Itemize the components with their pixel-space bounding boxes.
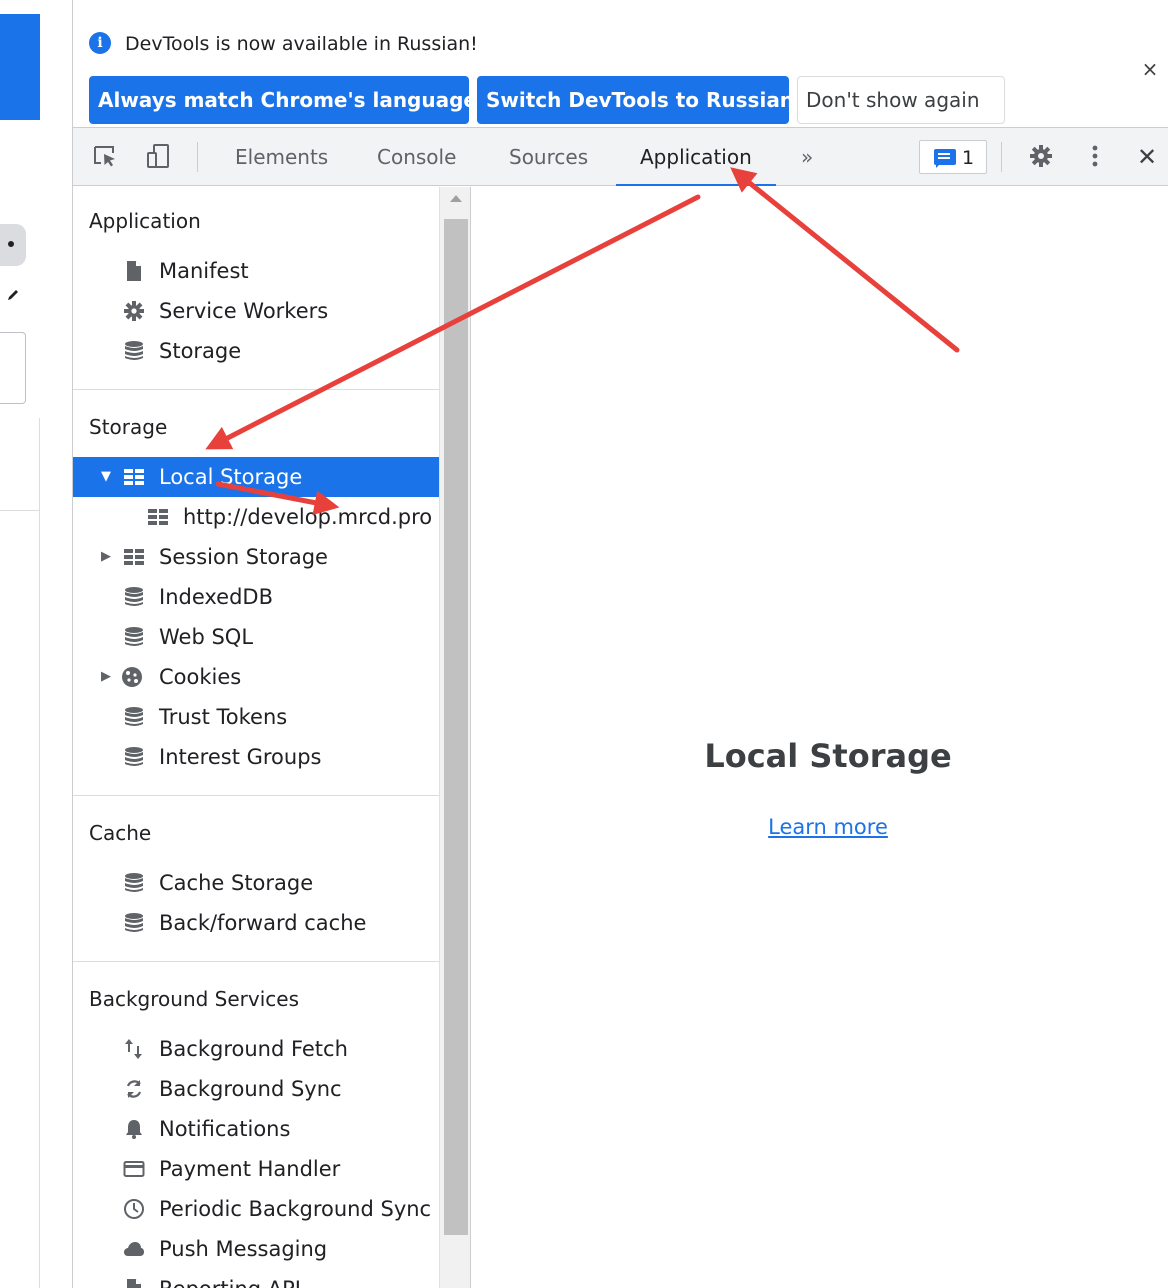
device-toolbar-icon[interactable]: [145, 142, 173, 170]
toolbar-separator: [1001, 142, 1002, 172]
message-bubble-icon: [934, 149, 956, 168]
page-edge: [0, 0, 72, 1288]
devtools-window: i DevTools is now available in Russian! …: [72, 0, 1168, 1288]
database-icon: [125, 341, 143, 360]
close-devtools-icon[interactable]: ✕: [1137, 128, 1157, 186]
sidebar-item-cache-storage[interactable]: Cache Storage: [73, 863, 439, 903]
collapsed-triangle-icon[interactable]: ▶: [101, 537, 111, 577]
sidebar-item-background-fetch[interactable]: Background Fetch: [73, 1029, 439, 1069]
application-sidebar: Application Manifest Service Workers Sto…: [73, 187, 439, 1288]
panel-title: Local Storage: [704, 737, 952, 775]
tab-console[interactable]: Console: [377, 128, 456, 186]
info-icon: i: [89, 32, 111, 54]
sidebar-item-payment-handler[interactable]: Payment Handler: [73, 1149, 439, 1189]
infobar-message: DevTools is now available in Russian!: [125, 33, 478, 55]
gear-icon[interactable]: [1027, 142, 1055, 170]
issues-counter-button[interactable]: 1: [919, 140, 987, 174]
sidebar-item-periodic-background-sync[interactable]: Periodic Background Sync: [73, 1189, 439, 1229]
clock-icon: [124, 1199, 144, 1219]
database-icon: [125, 587, 143, 606]
section-divider: [73, 961, 439, 962]
sidebar-item-back-forward-cache[interactable]: Back/forward cache: [73, 903, 439, 943]
sidebar-item-notifications[interactable]: Notifications: [73, 1109, 439, 1149]
document-icon: [127, 261, 141, 281]
section-title-application: Application: [89, 209, 201, 233]
sidebar-item-cookies[interactable]: ▶ Cookies: [73, 657, 439, 697]
page-dropdown-button[interactable]: [0, 224, 26, 266]
always-match-language-button[interactable]: Always match Chrome's language: [89, 76, 477, 124]
database-icon: [125, 627, 143, 646]
page-header-block: [0, 14, 40, 120]
bell-icon: [126, 1120, 142, 1139]
sidebar-item-background-sync[interactable]: Background Sync: [73, 1069, 439, 1109]
credit-card-icon: [123, 1161, 145, 1177]
up-down-arrows-icon: [125, 1039, 142, 1059]
sidebar-item-indexeddb[interactable]: IndexedDB: [73, 577, 439, 617]
tab-elements[interactable]: Elements: [235, 128, 328, 186]
expanded-triangle-icon[interactable]: ▼: [101, 457, 111, 497]
section-divider: [73, 389, 439, 390]
switch-to-russian-button[interactable]: Switch DevTools to Russian: [477, 76, 794, 124]
scrollbar-thumb[interactable]: [444, 219, 468, 1235]
devtools-tabbar: Elements Console Sources Application » 1…: [73, 128, 1168, 186]
infobar-close-icon[interactable]: ×: [1139, 58, 1161, 80]
language-infobar: i DevTools is now available in Russian! …: [73, 0, 1168, 128]
pencil-icon[interactable]: [6, 288, 20, 302]
sidebar-item-local-storage-origin[interactable]: http://develop.mrcd.pro: [73, 497, 439, 537]
sidebar-item-reporting-api[interactable]: Reporting API: [73, 1269, 439, 1288]
sidebar-item-local-storage[interactable]: ▼ Local Storage: [73, 457, 439, 497]
database-icon: [125, 873, 143, 892]
toolbar-separator: [197, 142, 198, 172]
cloud-icon: [124, 1242, 144, 1256]
database-icon: [125, 707, 143, 726]
section-title-storage: Storage: [89, 415, 168, 439]
more-tabs-chevron-icon[interactable]: »: [801, 128, 813, 186]
scroll-up-arrow-icon[interactable]: [450, 195, 462, 202]
learn-more-link[interactable]: Learn more: [471, 815, 1168, 839]
issues-count: 1: [962, 147, 975, 169]
sidebar-scrollbar[interactable]: [439, 187, 471, 1288]
document-icon: [127, 1279, 141, 1288]
database-icon: [125, 913, 143, 932]
more-options-icon[interactable]: [1081, 142, 1109, 170]
section-title-cache: Cache: [89, 821, 152, 845]
inspect-element-icon[interactable]: [91, 142, 119, 170]
tab-sources[interactable]: Sources: [509, 128, 588, 186]
dont-show-again-button[interactable]: Don't show again: [797, 76, 1005, 124]
page-input-box[interactable]: [0, 332, 26, 404]
sync-icon: [126, 1080, 142, 1098]
cookie-icon: [122, 667, 142, 687]
sidebar-item-service-workers[interactable]: Service Workers: [73, 291, 439, 331]
database-icon: [125, 747, 143, 766]
sidebar-item-web-sql[interactable]: Web SQL: [73, 617, 439, 657]
sidebar-item-manifest[interactable]: Manifest: [73, 251, 439, 291]
table-grid-icon: [124, 469, 144, 485]
sidebar-item-trust-tokens[interactable]: Trust Tokens: [73, 697, 439, 737]
sidebar-item-session-storage[interactable]: ▶ Session Storage: [73, 537, 439, 577]
sidebar-item-storage-overview[interactable]: Storage: [73, 331, 439, 371]
section-title-background-services: Background Services: [89, 987, 300, 1011]
main-panel: Local Storage Learn more: [471, 187, 1168, 1288]
sidebar-item-push-messaging[interactable]: Push Messaging: [73, 1229, 439, 1269]
page-panel: [0, 418, 40, 1288]
section-divider: [73, 795, 439, 796]
sidebar-item-interest-groups[interactable]: Interest Groups: [73, 737, 439, 777]
collapsed-triangle-icon[interactable]: ▶: [101, 657, 111, 697]
tab-application[interactable]: Application: [616, 128, 776, 186]
table-grid-icon: [148, 509, 168, 525]
table-grid-icon: [124, 549, 144, 565]
gear-icon: [124, 301, 144, 321]
